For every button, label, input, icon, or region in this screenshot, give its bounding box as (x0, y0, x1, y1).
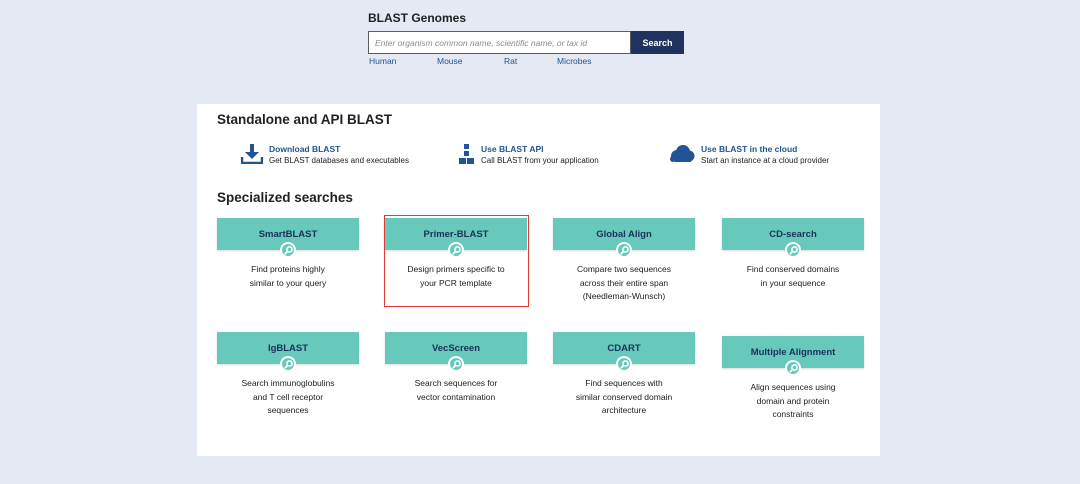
magnifier-icon (280, 242, 296, 258)
cdart-button[interactable]: CDART (553, 332, 695, 372)
tile-cdart[interactable]: CDART Find sequences with similar conser… (553, 332, 695, 418)
download-blast-item[interactable]: Download BLAST Get BLAST databases and e… (240, 144, 409, 167)
api-icon (459, 144, 475, 164)
multiple-alignment-button[interactable]: Multiple Alignment (722, 336, 864, 376)
tile-title: Global Align (596, 228, 652, 240)
search-button[interactable]: Search (631, 31, 684, 54)
tile-description: Align sequences using domain and protein… (750, 382, 836, 419)
magnifier-icon (785, 242, 801, 258)
blast-api-item[interactable]: Use BLAST API Call BLAST from your appli… (459, 144, 599, 167)
tile-title: SmartBLAST (258, 228, 318, 240)
smartblast-button[interactable]: SmartBLAST (217, 218, 359, 258)
blast-api-link[interactable]: Use BLAST API (481, 144, 599, 155)
tile-description: Compare two sequences across their entir… (576, 264, 672, 301)
magnifier-icon (448, 356, 464, 372)
blast-panel: Standalone and API BLAST Download BLAST … (197, 104, 880, 456)
genome-link-mouse[interactable]: Mouse (437, 56, 463, 66)
tile-description: Search immunoglobulins and T cell recept… (241, 378, 335, 415)
tile-title: CDART (607, 342, 641, 354)
tile-title: VecScreen (431, 342, 481, 354)
blast-cloud-desc: Start an instance at a cloud provider (701, 156, 830, 165)
tile-global-align[interactable]: Global Align Compare two sequences acros… (553, 218, 695, 304)
tile-description: Find sequences with similar conserved do… (575, 378, 673, 415)
vecscreen-button[interactable]: VecScreen (385, 332, 527, 372)
search-row: Search (368, 31, 688, 54)
download-blast-link[interactable]: Download BLAST (269, 144, 409, 155)
igblast-button[interactable]: IgBLAST (217, 332, 359, 372)
primer-blast-highlight-box (384, 215, 529, 307)
blast-genomes-search: BLAST Genomes Search Human Mouse Rat Mic… (368, 11, 688, 68)
standalone-title: Standalone and API BLAST (217, 112, 393, 127)
tile-vecscreen[interactable]: VecScreen Search sequences for vector co… (385, 332, 527, 404)
tile-title: Multiple Alignment (750, 346, 836, 358)
tile-title: CD-search (769, 228, 817, 240)
cloud-icon (669, 144, 695, 164)
tile-title: IgBLAST (267, 342, 309, 354)
genome-link-human[interactable]: Human (369, 56, 396, 66)
tile-igblast[interactable]: IgBLAST Search immunoglobulins and T cel… (217, 332, 359, 418)
tile-smartblast[interactable]: SmartBLAST Find proteins highly similar … (217, 218, 359, 290)
genome-links: Human Mouse Rat Microbes (368, 56, 688, 68)
genomes-title: BLAST Genomes (368, 11, 467, 25)
tile-description: Find proteins highly similar to your que… (249, 264, 327, 288)
blast-cloud-item[interactable]: Use BLAST in the cloud Start an instance… (669, 144, 829, 167)
magnifier-icon (785, 360, 801, 376)
global-align-button[interactable]: Global Align (553, 218, 695, 258)
genome-link-microbes[interactable]: Microbes (557, 56, 591, 66)
download-blast-desc: Get BLAST databases and executables (269, 156, 409, 165)
cd-search-button[interactable]: CD-search (722, 218, 864, 258)
blast-cloud-link[interactable]: Use BLAST in the cloud (701, 144, 829, 155)
magnifier-icon (616, 242, 632, 258)
tile-multiple-alignment[interactable]: Multiple Alignment Align sequences using… (722, 336, 864, 422)
organism-search-input[interactable] (368, 31, 631, 54)
magnifier-icon (280, 356, 296, 372)
tile-description: Find conserved domains in your sequence (746, 264, 840, 288)
magnifier-icon (616, 356, 632, 372)
tile-cd-search[interactable]: CD-search Find conserved domains in your… (722, 218, 864, 290)
specialized-title: Specialized searches (217, 190, 353, 205)
genome-link-rat[interactable]: Rat (504, 56, 517, 66)
blast-api-desc: Call BLAST from your application (481, 156, 599, 165)
tile-description: Search sequences for vector contaminatio… (414, 378, 498, 402)
download-icon (240, 144, 264, 165)
